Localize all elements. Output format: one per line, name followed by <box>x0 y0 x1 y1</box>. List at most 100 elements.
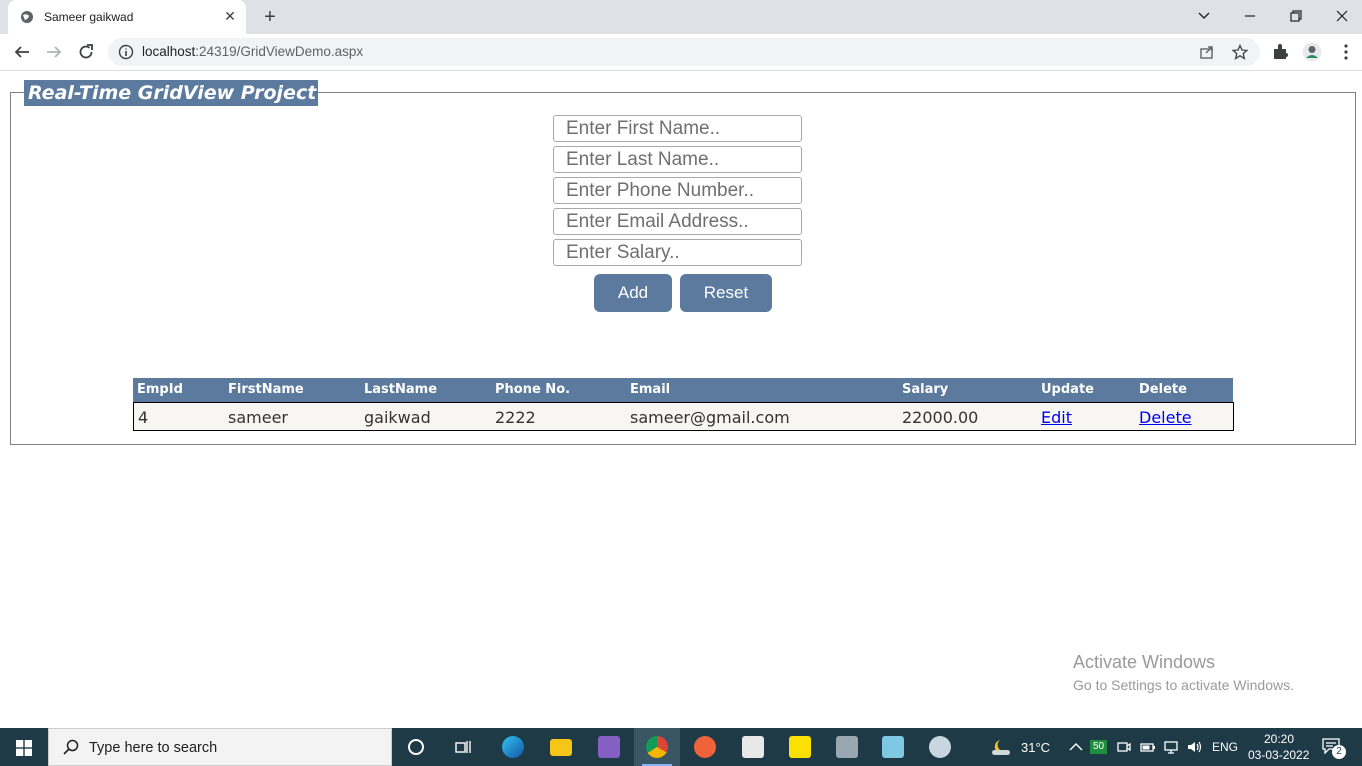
delete-link[interactable]: Delete <box>1139 408 1192 427</box>
back-button[interactable] <box>10 40 34 64</box>
tab-search-button[interactable] <box>1184 4 1224 28</box>
forward-button[interactable] <box>42 40 66 64</box>
reload-button[interactable] <box>74 40 98 64</box>
browser-toolbar: localhost:24319/GridViewDemo.aspx <box>0 34 1362 71</box>
visual-studio-icon <box>598 736 620 758</box>
task-view-button[interactable] <box>440 728 486 766</box>
salary-input[interactable] <box>553 239 802 266</box>
search-icon <box>63 739 79 755</box>
header-update: Update <box>1041 382 1094 397</box>
arrow-left-icon <box>14 46 29 58</box>
taskbar-app-sticky-notes[interactable] <box>777 728 823 766</box>
taskbar-app-tool[interactable] <box>682 728 728 766</box>
clock[interactable]: 20:20 03-03-2022 <box>1246 731 1310 763</box>
notification-count: 2 <box>1332 745 1346 759</box>
document-icon <box>742 736 764 758</box>
taskbar-app-file-explorer[interactable] <box>538 728 584 766</box>
language-indicator[interactable]: ENG <box>1212 740 1238 754</box>
taskbar-search-box[interactable]: Type here to search <box>48 728 392 766</box>
taskbar-app-paint[interactable] <box>917 728 963 766</box>
url-path: :24319/GridViewDemo.aspx <box>195 44 364 59</box>
header-phone: Phone No. <box>495 382 571 397</box>
tab-title: Sameer gaikwad <box>44 10 134 24</box>
header-email: Email <box>630 382 671 397</box>
reset-button[interactable]: Reset <box>680 274 772 312</box>
address-bar[interactable]: localhost:24319/GridViewDemo.aspx <box>108 38 1260 66</box>
profile-avatar-icon[interactable] <box>1302 42 1322 62</box>
header-empid: EmpId <box>137 382 183 397</box>
edge-icon <box>502 736 524 758</box>
close-icon <box>1336 10 1348 22</box>
table-row: 4 sameer gaikwad 2222 sameer@gmail.com 2… <box>133 402 1234 431</box>
info-icon[interactable] <box>118 44 134 60</box>
cortana-circle-icon <box>408 739 424 755</box>
taskbar-app-notepad[interactable] <box>730 728 776 766</box>
header-salary: Salary <box>902 382 949 397</box>
minimize-button[interactable] <box>1230 4 1270 28</box>
taskbar-app-visual-studio[interactable] <box>586 728 632 766</box>
taskbar-app-tools[interactable] <box>824 728 870 766</box>
grid-header-row: EmpId FirstName LastName Phone No. Email… <box>133 378 1233 402</box>
cortana-button[interactable] <box>393 728 439 766</box>
globe-icon <box>21 11 33 23</box>
sticky-note-icon <box>789 736 811 758</box>
extensions-puzzle-icon[interactable] <box>1270 42 1290 62</box>
clock-date: 03-03-2022 <box>1248 748 1310 762</box>
taskbar-app-edge[interactable] <box>490 728 536 766</box>
minimize-icon <box>1245 15 1255 17</box>
taskbar-app-notes[interactable] <box>870 728 916 766</box>
weather-moon-icon[interactable] <box>990 738 1012 756</box>
activate-windows-subtitle: Go to Settings to activate Windows. <box>1073 677 1294 693</box>
add-button[interactable]: Add <box>594 274 672 312</box>
cell-empid: 4 <box>138 408 149 427</box>
taskbar-app-chrome[interactable] <box>634 728 680 766</box>
header-delete: Delete <box>1139 382 1187 397</box>
chevron-down-icon <box>1198 12 1210 19</box>
close-tab-icon[interactable]: ✕ <box>222 8 238 24</box>
browser-tab[interactable]: Sameer gaikwad ✕ <box>8 0 246 34</box>
fieldset-legend: Real-Time GridView Project <box>24 80 319 106</box>
kebab-menu-icon[interactable] <box>1336 42 1356 62</box>
start-button[interactable] <box>0 728 48 766</box>
folder-icon <box>550 739 572 756</box>
notification-center-button[interactable]: 2 <box>1320 736 1346 759</box>
restore-button[interactable] <box>1276 4 1316 28</box>
header-firstname: FirstName <box>228 382 304 397</box>
share-icon[interactable] <box>1199 44 1215 60</box>
rocket-app-icon <box>694 736 716 758</box>
email-address-input[interactable] <box>553 208 802 235</box>
volume-icon[interactable] <box>1186 739 1202 755</box>
windows-logo-icon <box>16 740 32 756</box>
last-name-input[interactable] <box>553 146 802 173</box>
arrow-right-icon <box>47 46 62 58</box>
cell-phone: 2222 <box>495 408 536 427</box>
paint-palette-icon <box>929 736 951 758</box>
cell-firstname: sameer <box>228 408 288 427</box>
employee-gridview: EmpId FirstName LastName Phone No. Email… <box>133 378 1234 431</box>
url-text: localhost:24319/GridViewDemo.aspx <box>142 44 363 59</box>
cell-email: sameer@gmail.com <box>630 408 790 427</box>
chrome-icon <box>646 736 668 758</box>
tray-badge[interactable]: 50 <box>1090 740 1108 754</box>
cell-lastname: gaikwad <box>364 408 431 427</box>
reload-icon <box>79 44 93 59</box>
task-view-icon <box>455 741 471 753</box>
weather-temperature[interactable]: 31°C <box>1021 740 1050 755</box>
edit-link[interactable]: Edit <box>1041 408 1072 427</box>
header-lastname: LastName <box>364 382 438 397</box>
windows-taskbar: Type here to search 31°C 50 ENG 20:20 03… <box>0 728 1362 766</box>
browser-tab-strip: Sameer gaikwad ✕ + <box>0 0 1362 34</box>
phone-number-input[interactable] <box>553 177 802 204</box>
new-tab-button[interactable]: + <box>258 5 282 29</box>
close-window-button[interactable] <box>1322 4 1362 28</box>
cell-salary: 22000.00 <box>902 408 979 427</box>
chevron-up-icon[interactable] <box>1068 739 1084 755</box>
clock-time: 20:20 <box>1264 732 1295 746</box>
url-host: localhost <box>142 44 196 59</box>
bookmark-star-icon[interactable] <box>1232 44 1248 60</box>
network-icon[interactable] <box>1163 739 1179 755</box>
first-name-input[interactable] <box>553 115 802 142</box>
battery-icon[interactable] <box>1140 739 1156 755</box>
meet-now-icon[interactable] <box>1116 739 1132 755</box>
restore-icon <box>1290 10 1302 22</box>
